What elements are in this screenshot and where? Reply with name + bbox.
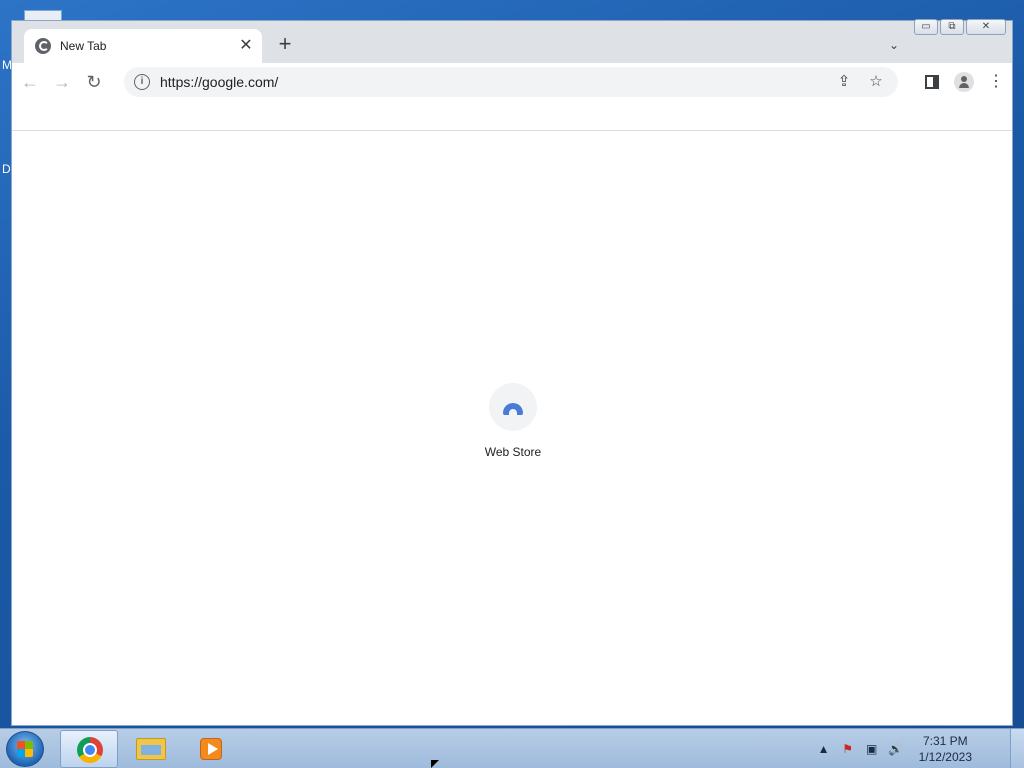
shortcut-label: Web Store — [484, 445, 542, 459]
minimize-button[interactable]: ▭ — [914, 19, 938, 35]
bookmark-bar — [12, 101, 1012, 131]
tab-close-button[interactable]: ✕ — [236, 36, 256, 56]
menu-button[interactable]: ⋮ — [980, 67, 1012, 97]
tab-strip: New Tab ✕ + ⌄ ▭ ⧉ ✕ — [12, 19, 1012, 63]
tab-new-tab[interactable]: New Tab ✕ — [24, 29, 262, 63]
url-text[interactable]: https://google.com/ — [160, 74, 834, 90]
browser-window: New Tab ✕ + ⌄ ▭ ⧉ ✕ ← → ↻ i https://goog… — [11, 19, 1013, 726]
show-desktop-button[interactable] — [1010, 729, 1024, 768]
web-store-icon — [489, 383, 537, 431]
shortcut-web-store[interactable]: Web Store — [474, 383, 552, 459]
volume-icon[interactable]: 🔊 — [887, 740, 905, 758]
start-button[interactable] — [6, 731, 44, 767]
globe-icon — [35, 38, 51, 54]
window-controls: ▭ ⧉ ✕ — [914, 19, 1006, 35]
profile-button[interactable] — [948, 67, 980, 97]
bookmark-star-icon[interactable]: ☆ — [866, 72, 886, 92]
side-panel-icon — [925, 74, 939, 89]
maximize-button[interactable]: ⧉ — [940, 19, 964, 35]
system-tray: ▲ ⚑ ▣ 🔊 7:31 PM 1/12/2023 — [815, 729, 972, 768]
toolbar-actions: ⋮ — [916, 67, 1012, 97]
side-panel-button[interactable] — [916, 67, 948, 97]
mouse-cursor-icon — [431, 760, 439, 768]
forward-button[interactable]: → — [48, 68, 76, 96]
chrome-icon — [77, 737, 103, 763]
taskbar-app-chrome[interactable] — [60, 730, 118, 768]
back-button[interactable]: ← — [16, 68, 44, 96]
reload-button[interactable]: ↻ — [80, 68, 108, 96]
close-window-button[interactable]: ✕ — [966, 19, 1006, 35]
network-icon[interactable]: ▣ — [863, 740, 881, 758]
profile-icon — [954, 71, 974, 92]
taskbar-app-file-explorer[interactable] — [122, 730, 180, 768]
tab-search-button[interactable]: ⌄ — [884, 35, 904, 55]
clock-date: 1/12/2023 — [918, 750, 972, 764]
new-tab-button[interactable]: + — [272, 32, 298, 58]
desktop-label-fragment: D — [2, 162, 11, 176]
share-icon[interactable]: ⇪ — [834, 72, 854, 92]
new-tab-page: Web Store — [12, 131, 1012, 725]
folder-icon — [136, 738, 166, 760]
tab-title: New Tab — [60, 39, 107, 53]
taskbar-app-media-player[interactable] — [184, 730, 242, 768]
address-bar[interactable]: i https://google.com/ ⇪ ☆ — [124, 67, 898, 97]
browser-toolbar: ← → ↻ i https://google.com/ ⇪ ☆ ⋮ — [12, 63, 1012, 101]
taskbar: ▲ ⚑ ▣ 🔊 7:31 PM 1/12/2023 — [0, 728, 1024, 768]
clock-time: 7:31 PM — [922, 734, 968, 748]
show-hidden-icons-icon[interactable]: ▲ — [815, 740, 833, 758]
media-player-icon — [200, 738, 222, 760]
action-center-flag-icon[interactable]: ⚑ — [839, 740, 857, 758]
site-info-icon[interactable]: i — [134, 74, 150, 90]
clock[interactable]: 7:31 PM 1/12/2023 — [919, 733, 972, 765]
